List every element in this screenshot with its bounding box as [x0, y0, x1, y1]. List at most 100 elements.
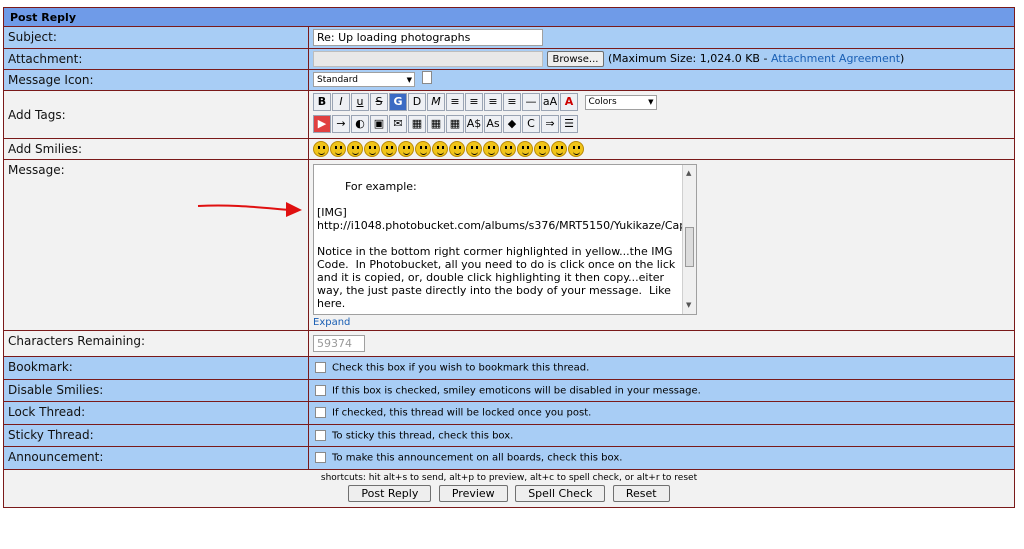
colors-select[interactable]: Colors ▼: [584, 94, 657, 110]
bold-button-icon[interactable]: B: [313, 93, 331, 111]
table-icon[interactable]: ▦: [408, 115, 426, 133]
m-button-icon[interactable]: M: [427, 93, 445, 111]
expand-link[interactable]: Expand: [313, 317, 1010, 328]
smiley-icon[interactable]: [517, 141, 533, 157]
smiley-icon[interactable]: [568, 141, 584, 157]
attachment-agreement-link[interactable]: Attachment Agreement: [771, 52, 900, 65]
smiley-icon[interactable]: [500, 141, 516, 157]
attachment-file-field[interactable]: [313, 51, 543, 67]
max-size-text: (Maximum Size: 1,024.0 KB -: [607, 52, 771, 65]
youtube-button-icon[interactable]: ▶: [313, 115, 331, 133]
add-smilies-row: Add Smilies:: [4, 139, 1014, 160]
attachment-label: Attachment:: [4, 49, 309, 69]
add-smilies-label: Add Smilies:: [4, 139, 309, 159]
colors-select-value: Colors: [588, 97, 617, 107]
document-icon: [421, 71, 432, 84]
form-title: Post Reply: [4, 8, 1014, 27]
lock-thread-text: If checked, this thread will be locked o…: [332, 407, 592, 419]
message-row: Message: For example: [IMG] http://i1048…: [4, 160, 1014, 331]
underline-button-icon[interactable]: u: [351, 93, 369, 111]
toolbar-row-1: B Iu S G D M ≡ ≡ ≡ ≡ — aA A Colors ▼: [313, 93, 1010, 114]
smiley-icon[interactable]: [364, 141, 380, 157]
announcement-checkbox[interactable]: [315, 452, 326, 463]
announcement-label: Announcement:: [4, 447, 309, 469]
arrow-right-icon[interactable]: →: [332, 115, 350, 133]
disable-smilies-text: If this box is checked, smiley emoticons…: [332, 385, 701, 396]
message-icon-row: Message Icon: Standard ▼: [4, 70, 1014, 91]
attachment-row: Attachment: Browse... (Maximum Size: 1,0…: [4, 49, 1014, 70]
align-center-icon[interactable]: ≡: [465, 93, 483, 111]
message-icon-label: Message Icon:: [4, 70, 309, 90]
bookmark-text: Check this box if you wish to bookmark t…: [332, 362, 590, 374]
message-textarea[interactable]: For example: [IMG] http://i1048.photobuc…: [313, 164, 697, 315]
reset-button[interactable]: Reset: [612, 484, 670, 502]
list-icon[interactable]: ☰: [560, 115, 578, 133]
chars-remaining-row: Characters Remaining:: [4, 331, 1014, 357]
chars-remaining-label: Characters Remaining:: [4, 331, 309, 356]
font-color-icon[interactable]: A: [560, 93, 578, 111]
horizontal-rule-icon[interactable]: —: [522, 93, 540, 111]
shortcuts-text: shortcuts: hit alt+s to send, alt+p to p…: [320, 472, 698, 483]
d-button-icon[interactable]: D: [408, 93, 426, 111]
smiley-icon[interactable]: [551, 141, 567, 157]
post-reply-form: Post Reply Subject: Attachment: Browse..…: [3, 7, 1015, 508]
smiley-icon[interactable]: [483, 141, 499, 157]
lock-thread-checkbox[interactable]: [315, 407, 326, 418]
post-reply-button[interactable]: Post Reply: [348, 484, 432, 502]
max-size-close: ): [900, 52, 905, 65]
font-size-icon[interactable]: aA: [541, 93, 559, 111]
table-row-icon[interactable]: ▦: [427, 115, 445, 133]
code-icon[interactable]: C: [522, 115, 540, 133]
align-left-icon[interactable]: ≡: [446, 93, 464, 111]
preview-button[interactable]: Preview: [438, 484, 508, 502]
image-icon[interactable]: ▣: [370, 115, 388, 133]
italic-button-icon[interactable]: I: [332, 93, 350, 111]
superscript-icon[interactable]: A$: [465, 115, 483, 133]
form-footer: shortcuts: hit alt+s to send, alt+p to p…: [4, 469, 1014, 507]
smiley-icon[interactable]: [534, 141, 550, 157]
smiley-icon[interactable]: [381, 141, 397, 157]
quote-icon[interactable]: ⇒: [541, 115, 559, 133]
subscript-icon[interactable]: As: [484, 115, 502, 133]
smiley-icon[interactable]: [330, 141, 346, 157]
chars-remaining-field: [313, 335, 365, 352]
bookmark-checkbox[interactable]: [315, 362, 326, 373]
subject-row: Subject:: [4, 27, 1014, 49]
chevron-down-icon: ▼: [648, 98, 654, 106]
disable-smilies-checkbox[interactable]: [315, 384, 326, 396]
sticky-thread-label: Sticky Thread:: [4, 424, 309, 446]
smiley-icon[interactable]: [347, 141, 363, 157]
scroll-down-icon[interactable]: ▼: [686, 299, 691, 312]
smiley-icon[interactable]: [449, 141, 465, 157]
email-icon[interactable]: ✉: [389, 115, 407, 133]
scroll-thumb[interactable]: [685, 227, 694, 267]
sticky-thread-checkbox[interactable]: [315, 429, 326, 441]
globe-icon[interactable]: ◐: [351, 115, 369, 133]
smiley-icon[interactable]: [398, 141, 414, 157]
subject-input[interactable]: [313, 29, 543, 46]
disable-smilies-row: Disable Smilies: If this box is checked,…: [4, 379, 1014, 402]
spell-check-button[interactable]: Spell Check: [515, 484, 606, 502]
add-tags-label: Add Tags:: [4, 91, 309, 138]
bookmark-label: Bookmark:: [4, 357, 309, 379]
message-icon-select[interactable]: Standard ▼: [313, 72, 415, 87]
disable-smilies-label: Disable Smilies:: [4, 379, 309, 401]
bookmark-row: Bookmark: Check this box if you wish to …: [4, 357, 1014, 380]
message-label-cell: Message:: [4, 160, 309, 330]
announcement-row: Announcement: To make this announcement …: [4, 447, 1014, 470]
toolbar-row-2: ▶ → ◐ ▣ ✉ ▦ ▦ ▦ A$ As ◆ C ⇒ ☰: [313, 115, 1010, 136]
google-button-icon[interactable]: G: [389, 93, 407, 111]
spoiler-icon[interactable]: ◆: [503, 115, 521, 133]
smiley-icon[interactable]: [415, 141, 431, 157]
smilies-bar: [309, 139, 1014, 159]
smiley-icon[interactable]: [466, 141, 482, 157]
align-right-icon[interactable]: ≡: [503, 93, 521, 111]
smiley-icon[interactable]: [432, 141, 448, 157]
smiley-icon[interactable]: [313, 141, 329, 157]
browse-button[interactable]: Browse...: [546, 51, 605, 67]
scroll-up-icon[interactable]: ▲: [686, 167, 691, 180]
align-justify-icon[interactable]: ≡: [484, 93, 502, 111]
table-cell-icon[interactable]: ▦: [446, 115, 464, 133]
strike-button-icon[interactable]: S: [370, 93, 388, 111]
message-scrollbar[interactable]: ▲ ▼: [682, 165, 696, 314]
